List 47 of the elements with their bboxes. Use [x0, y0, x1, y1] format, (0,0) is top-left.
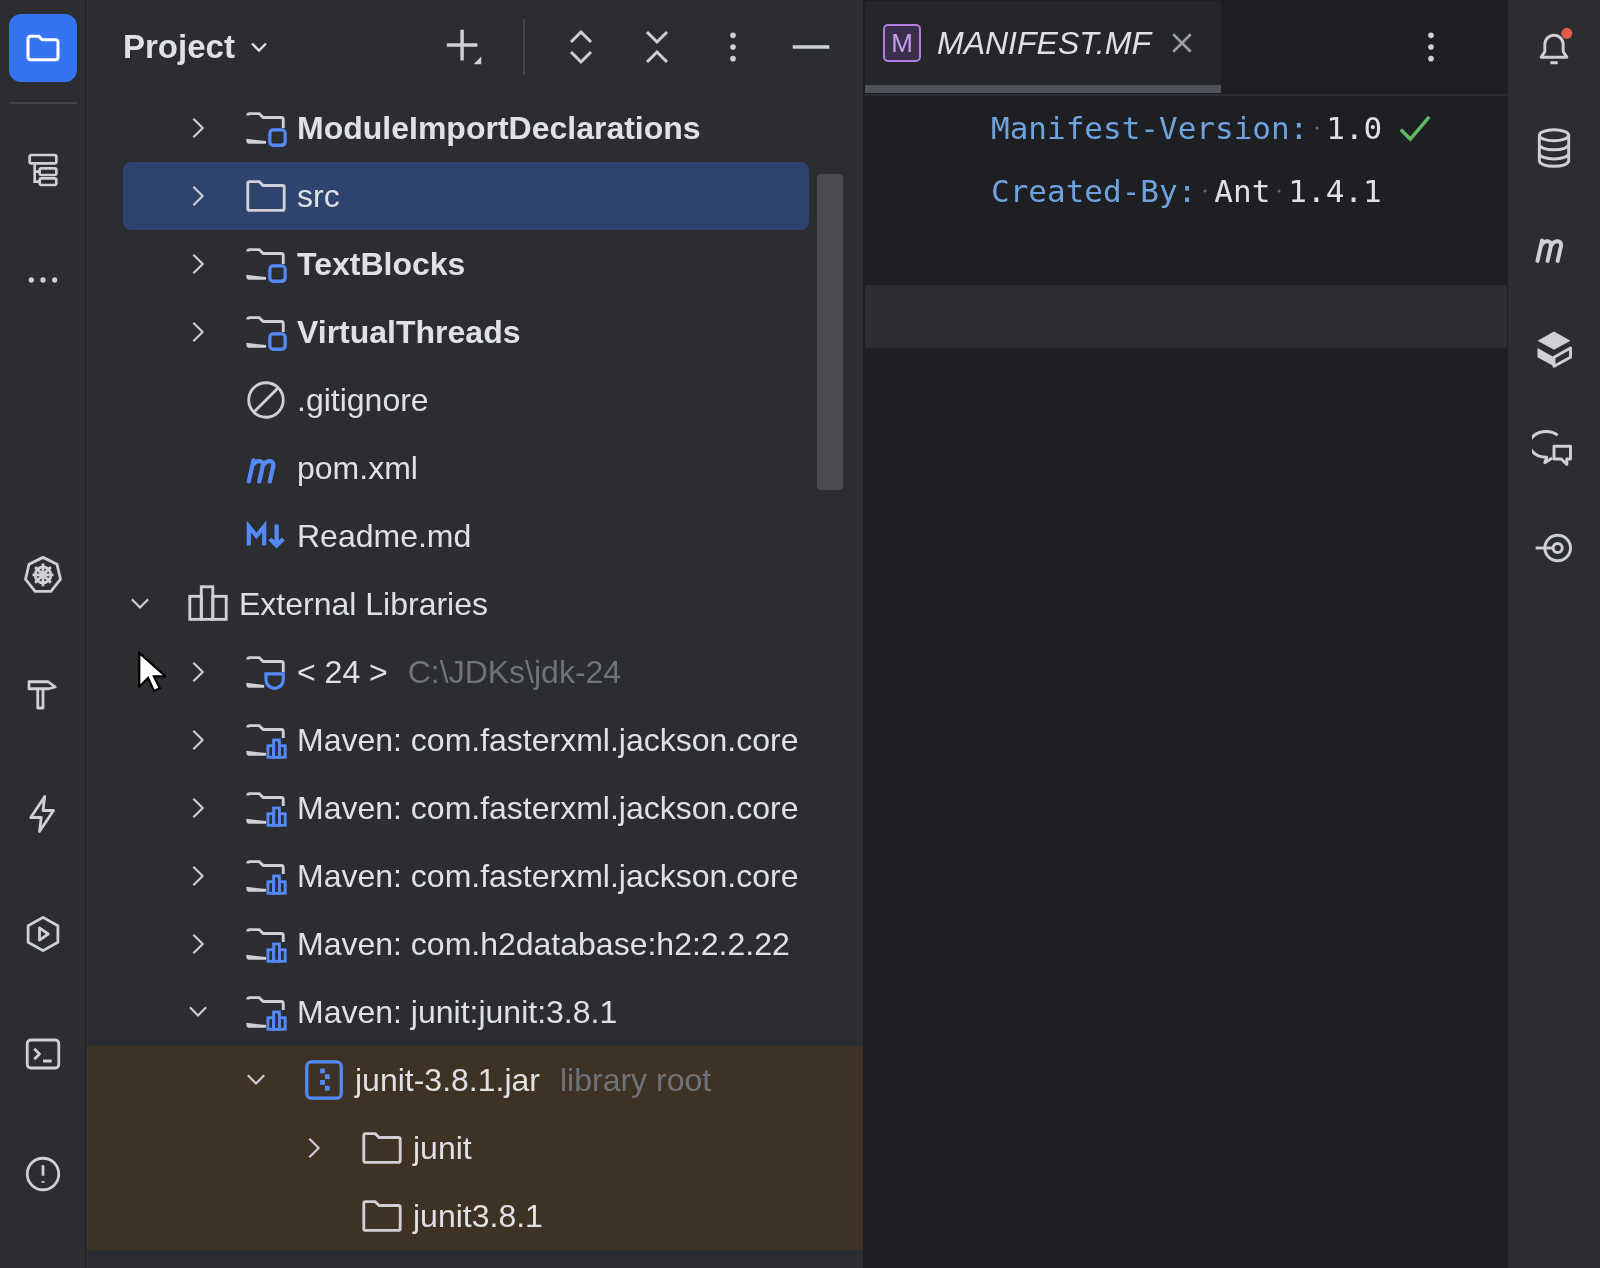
tree-item-label: Maven: com.fasterxml.jackson.core	[297, 857, 799, 895]
tree-row[interactable]: Maven: com.h2database:h2:2.2.22	[123, 910, 809, 978]
whitespace-dot-icon	[1277, 188, 1282, 193]
project-folder-icon[interactable]	[8, 14, 77, 82]
tree-item-label: junit-3.8.1.jar	[355, 1061, 540, 1099]
editor-tab[interactable]: M MANIFEST.MF	[865, 1, 1221, 93]
selected-tree-row[interactable]: src	[123, 162, 809, 230]
tree-row[interactable]: TextBlocks	[123, 230, 809, 298]
tree-row[interactable]: Maven: com.fasterxml.jackson.core	[123, 774, 809, 842]
manifest-key: Manifest-Version:	[991, 109, 1309, 146]
tree-item-label: ModuleImportDeclarations	[297, 109, 701, 147]
tree-item-hint: C:\JDKs\jdk-24	[407, 653, 622, 691]
tree-item-label: Maven: com.fasterxml.jackson.core	[297, 789, 799, 827]
tree-row[interactable]: Maven: junit:junit:3.8.1	[123, 978, 809, 1046]
tree-item-label: junit	[413, 1129, 472, 1167]
tree-row[interactable]: ModuleImportDeclarations	[123, 94, 809, 162]
tree-item-label: Readme.md	[297, 517, 472, 555]
tree-row[interactable]: Maven: com.fasterxml.jackson.core	[123, 706, 809, 774]
tree-row[interactable]: Maven: com.fasterxml.jackson.core	[123, 842, 809, 910]
tree-item-label: TextBlocks	[297, 245, 466, 283]
tree-item-label: src	[297, 177, 340, 215]
whitespace-dot-icon	[1203, 188, 1208, 193]
tree-row[interactable]: VirtualThreads	[123, 298, 809, 366]
mouse-pointer-icon	[136, 650, 166, 694]
manifest-value: Ant	[1214, 172, 1271, 209]
manifest-key: Created-By:	[991, 172, 1197, 209]
whitespace-dot-icon	[1315, 125, 1320, 130]
tree-item-label: Maven: com.fasterxml.jackson.core	[297, 721, 799, 759]
manifest-value: 1.0	[1326, 109, 1383, 146]
tree-item-label: External Libraries	[239, 585, 488, 623]
tree-item-label: < 24 >	[297, 653, 388, 691]
tree-row[interactable]: .gitignore	[123, 366, 809, 434]
tree-item-hint: library root	[560, 1061, 712, 1099]
tree-row[interactable]: Readme.md	[123, 502, 809, 570]
scrollbar-thumb[interactable]	[817, 174, 843, 490]
tree-row[interactable]: External Libraries	[123, 570, 809, 638]
tree-row[interactable]: pom.xml	[123, 434, 809, 502]
tree-item-label: VirtualThreads	[297, 313, 521, 351]
project-view-selector[interactable]: Project	[123, 28, 273, 66]
tree-item-label: .gitignore	[297, 381, 429, 419]
manifest-file-icon: M	[883, 24, 921, 62]
tree-item-label: Maven: com.h2database:h2:2.2.22	[297, 925, 790, 963]
manifest-value: 1.4.1	[1288, 172, 1382, 209]
tree-item-label: pom.xml	[297, 449, 418, 487]
tree-row[interactable]: < 24 > C:\JDKs\jdk-24	[123, 638, 809, 706]
tree-item-label: Maven: junit:junit:3.8.1	[297, 993, 618, 1031]
tree-item-label: junit3.8.1	[413, 1197, 543, 1235]
